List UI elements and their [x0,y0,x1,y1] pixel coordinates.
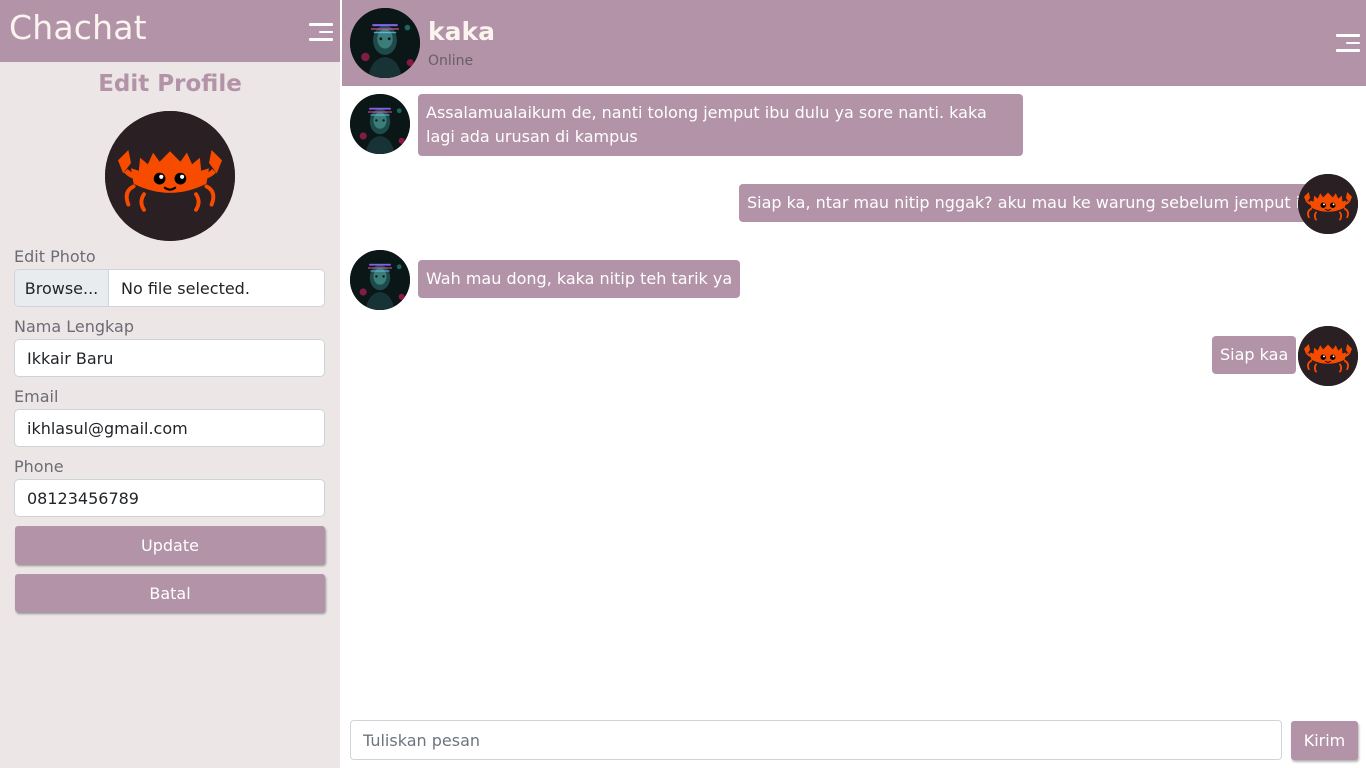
update-button[interactable]: Update [15,526,325,564]
chat-header: kaka Online [342,0,1366,86]
chat-menu-icon[interactable] [1336,33,1360,53]
full-name-field[interactable]: Ikkair Baru [14,339,325,377]
message-avatar-contact [350,250,410,310]
cancel-button[interactable]: Batal [15,574,325,612]
send-button[interactable]: Kirim [1291,721,1358,760]
email-field[interactable]: ikhlasul@gmail.com [14,409,325,447]
message-bubble-outgoing: Siap ka, ntar mau nitip nggak? aku mau k… [739,184,1329,222]
edit-photo-label: Edit Photo [14,247,96,266]
hamburger-menu-icon[interactable] [309,22,333,42]
sidebar-header: Chachat [0,0,340,62]
contact-name: kaka [428,17,495,46]
contact-status: Online [428,53,474,69]
email-label: Email [14,387,59,406]
message-bubble-incoming: Wah mau dong, kaka nitip teh tarik ya [418,260,741,298]
message-input[interactable] [350,720,1282,760]
message-avatar-self [1298,326,1358,386]
message-bubble-outgoing: Siap kaa [1212,336,1297,374]
contact-avatar[interactable] [350,8,420,78]
photo-file-input[interactable]: Browse... No file selected. [14,269,325,307]
phone-field[interactable]: 08123456789 [14,479,325,517]
profile-avatar[interactable] [105,111,235,241]
full-name-label: Nama Lengkap [14,317,134,336]
edit-profile-title: Edit Profile [98,71,242,97]
phone-label: Phone [14,457,64,476]
message-avatar-self [1298,174,1358,234]
message-avatar-contact [350,94,410,154]
file-status-text: No file selected. [121,278,250,298]
app-title: Chachat [9,8,147,47]
message-bubble-incoming: Assalamualaikum de, nanti tolong jemput … [418,94,1023,156]
sidebar: Chachat Edit Profile Edit Photo Browse..… [0,0,340,768]
browse-button[interactable]: Browse... [15,270,109,306]
